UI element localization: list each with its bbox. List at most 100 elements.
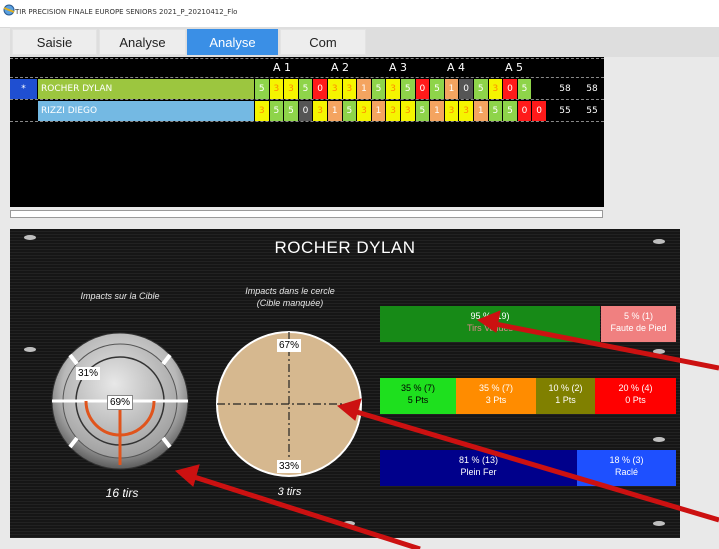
stat-label: Plein Fer xyxy=(460,467,497,477)
score-cell[interactable]: 3 xyxy=(488,79,503,99)
stat-5-pts: 35 % (7) 5 Pts xyxy=(380,378,456,414)
atelier-header: A 2 xyxy=(330,61,350,74)
stat-value: 20 % (4) xyxy=(618,383,653,393)
player-title: ROCHER DYLAN xyxy=(274,238,416,257)
horizontal-scrollbar[interactable] xyxy=(10,210,603,218)
score-cell[interactable]: 5 xyxy=(488,101,503,121)
score-cell[interactable]: 1 xyxy=(474,101,488,121)
stat-1-pts: 10 % (2) 1 Pts xyxy=(536,378,595,414)
stat-label: 3 Pts xyxy=(485,395,507,405)
score-cell[interactable]: 0 xyxy=(459,79,473,99)
row-marker: * xyxy=(10,79,37,99)
score-cell[interactable]: 1 xyxy=(328,101,342,121)
window-title: TIR PRECISION FINALE EUROPE SENIORS 2021… xyxy=(15,8,238,16)
stat-value: 95 % (19) xyxy=(470,311,510,321)
player-name[interactable]: ROCHER DYLAN xyxy=(38,79,254,99)
stat-label: 0 Pts xyxy=(625,395,646,405)
tab-com[interactable]: Com xyxy=(280,29,366,55)
score-cell[interactable]: 3 xyxy=(357,101,371,121)
stat-faute-de-pied: 5 % (1) Faute de Pied xyxy=(601,306,676,342)
tab-analyse-joueur[interactable]: Analyse Joueur xyxy=(187,29,278,76)
stat-value: 5 % (1) xyxy=(623,311,653,321)
circle-caption-sub: (Cible manquée) xyxy=(256,298,324,308)
score-cell[interactable]: 3 xyxy=(401,101,415,121)
stat-plein-fer: 81 % (13) Plein Fer xyxy=(380,450,577,486)
stat-label: 5 Pts xyxy=(407,395,429,405)
score-cell[interactable]: 5 xyxy=(415,101,430,121)
target-left-pct: 31% xyxy=(76,367,101,380)
score-cell[interactable]: 3 xyxy=(459,101,473,121)
tab-bar: Saisie Analyse Analyse Joueur Com xyxy=(10,27,719,76)
score-cell[interactable]: 0 xyxy=(517,101,532,121)
circle-top-pct: 67% xyxy=(277,339,302,352)
score-cell[interactable]: 5 xyxy=(342,101,357,121)
circle-count: 3 tirs xyxy=(277,486,302,498)
stat-value: 81 % (13) xyxy=(458,455,499,465)
score-cell[interactable]: 5 xyxy=(401,79,415,99)
score-cell[interactable]: 5 xyxy=(430,79,444,99)
score-cell[interactable]: 3 xyxy=(313,101,327,121)
circle-caption: Impacts dans le cercle xyxy=(245,286,335,296)
atelier-header: A 3 xyxy=(388,61,408,74)
score-cell[interactable]: 1 xyxy=(430,101,444,121)
score-cell[interactable]: 3 xyxy=(342,79,357,99)
scoreboard-divider xyxy=(10,99,604,100)
atelier-header: A 1 xyxy=(272,61,292,74)
score-cell[interactable]: 1 xyxy=(357,79,371,99)
stat-0-pts: 20 % (4) 0 Pts xyxy=(595,378,676,414)
player-total: 55 xyxy=(559,106,571,116)
player-name[interactable]: RIZZI DIEGO xyxy=(38,101,254,121)
stat-3-pts: 35 % (7) 3 Pts xyxy=(456,378,536,414)
score-cell[interactable]: 1 xyxy=(444,79,459,99)
tab-saisie[interactable]: Saisie xyxy=(12,29,97,55)
score-cell[interactable]: 3 xyxy=(444,101,459,121)
tab-analyse[interactable]: Analyse xyxy=(99,29,186,55)
scoreboard-divider xyxy=(10,77,604,78)
score-cell[interactable]: 1 xyxy=(371,101,386,121)
stat-value: 10 % (2) xyxy=(548,383,583,393)
score-cell[interactable]: 5 xyxy=(284,101,298,121)
stat-value: 35 % (7) xyxy=(478,383,513,393)
score-cell[interactable]: 3 xyxy=(386,101,400,121)
scoreboard-divider xyxy=(10,121,604,122)
row-marker xyxy=(10,101,37,121)
score-cell[interactable]: 0 xyxy=(532,101,546,121)
score-cell[interactable]: 0 xyxy=(503,79,517,99)
score-cell[interactable]: 5 xyxy=(298,79,313,99)
analysis-panel: ROCHER DYLAN Impacts sur la Cible Impact… xyxy=(10,229,680,538)
scoreboard: A 1 A 2 A 3 A 4 A 5 * ROCHER DYLAN 53350… xyxy=(10,57,604,207)
stat-label: Tirs Valides xyxy=(466,323,513,333)
window-titlebar: TIR PRECISION FINALE EUROPE SENIORS 2021… xyxy=(0,0,719,28)
player-total: 58 xyxy=(586,84,598,94)
player-total: 58 xyxy=(559,84,571,94)
score-cell[interactable]: 5 xyxy=(255,79,269,99)
screw-icon xyxy=(343,521,355,526)
score-cell[interactable]: 3 xyxy=(328,79,342,99)
score-cell[interactable]: 3 xyxy=(269,79,284,99)
score-cell[interactable]: 5 xyxy=(503,101,517,121)
score-cell[interactable]: 3 xyxy=(386,79,400,99)
atelier-header: A 4 xyxy=(446,61,466,74)
screw-icon xyxy=(653,437,665,442)
target-center-pct: 69% xyxy=(107,395,134,410)
target-caption: Impacts sur la Cible xyxy=(80,291,160,301)
score-cell[interactable]: 5 xyxy=(517,79,532,99)
stat-label: Raclé xyxy=(614,467,638,477)
score-cell[interactable]: 0 xyxy=(415,79,430,99)
score-cell[interactable]: 3 xyxy=(255,101,269,121)
score-cell[interactable]: 5 xyxy=(269,101,284,121)
score-cell[interactable]: 5 xyxy=(474,79,488,99)
screw-icon xyxy=(653,349,665,354)
circle-bottom-pct: 33% xyxy=(277,460,302,473)
stat-value: 18 % (3) xyxy=(609,455,644,465)
score-cell[interactable]: 0 xyxy=(298,101,313,121)
score-cell[interactable]: 0 xyxy=(313,79,327,99)
screw-icon xyxy=(653,521,665,526)
player-total: 55 xyxy=(586,106,598,116)
score-cell[interactable]: 5 xyxy=(371,79,386,99)
stat-racle: 18 % (3) Raclé xyxy=(577,450,676,486)
stat-tirs-valides: 95 % (19) Tirs Valides xyxy=(380,306,600,342)
target-count: 16 tirs xyxy=(105,486,139,500)
score-cell[interactable]: 3 xyxy=(284,79,298,99)
screw-icon xyxy=(24,347,36,352)
